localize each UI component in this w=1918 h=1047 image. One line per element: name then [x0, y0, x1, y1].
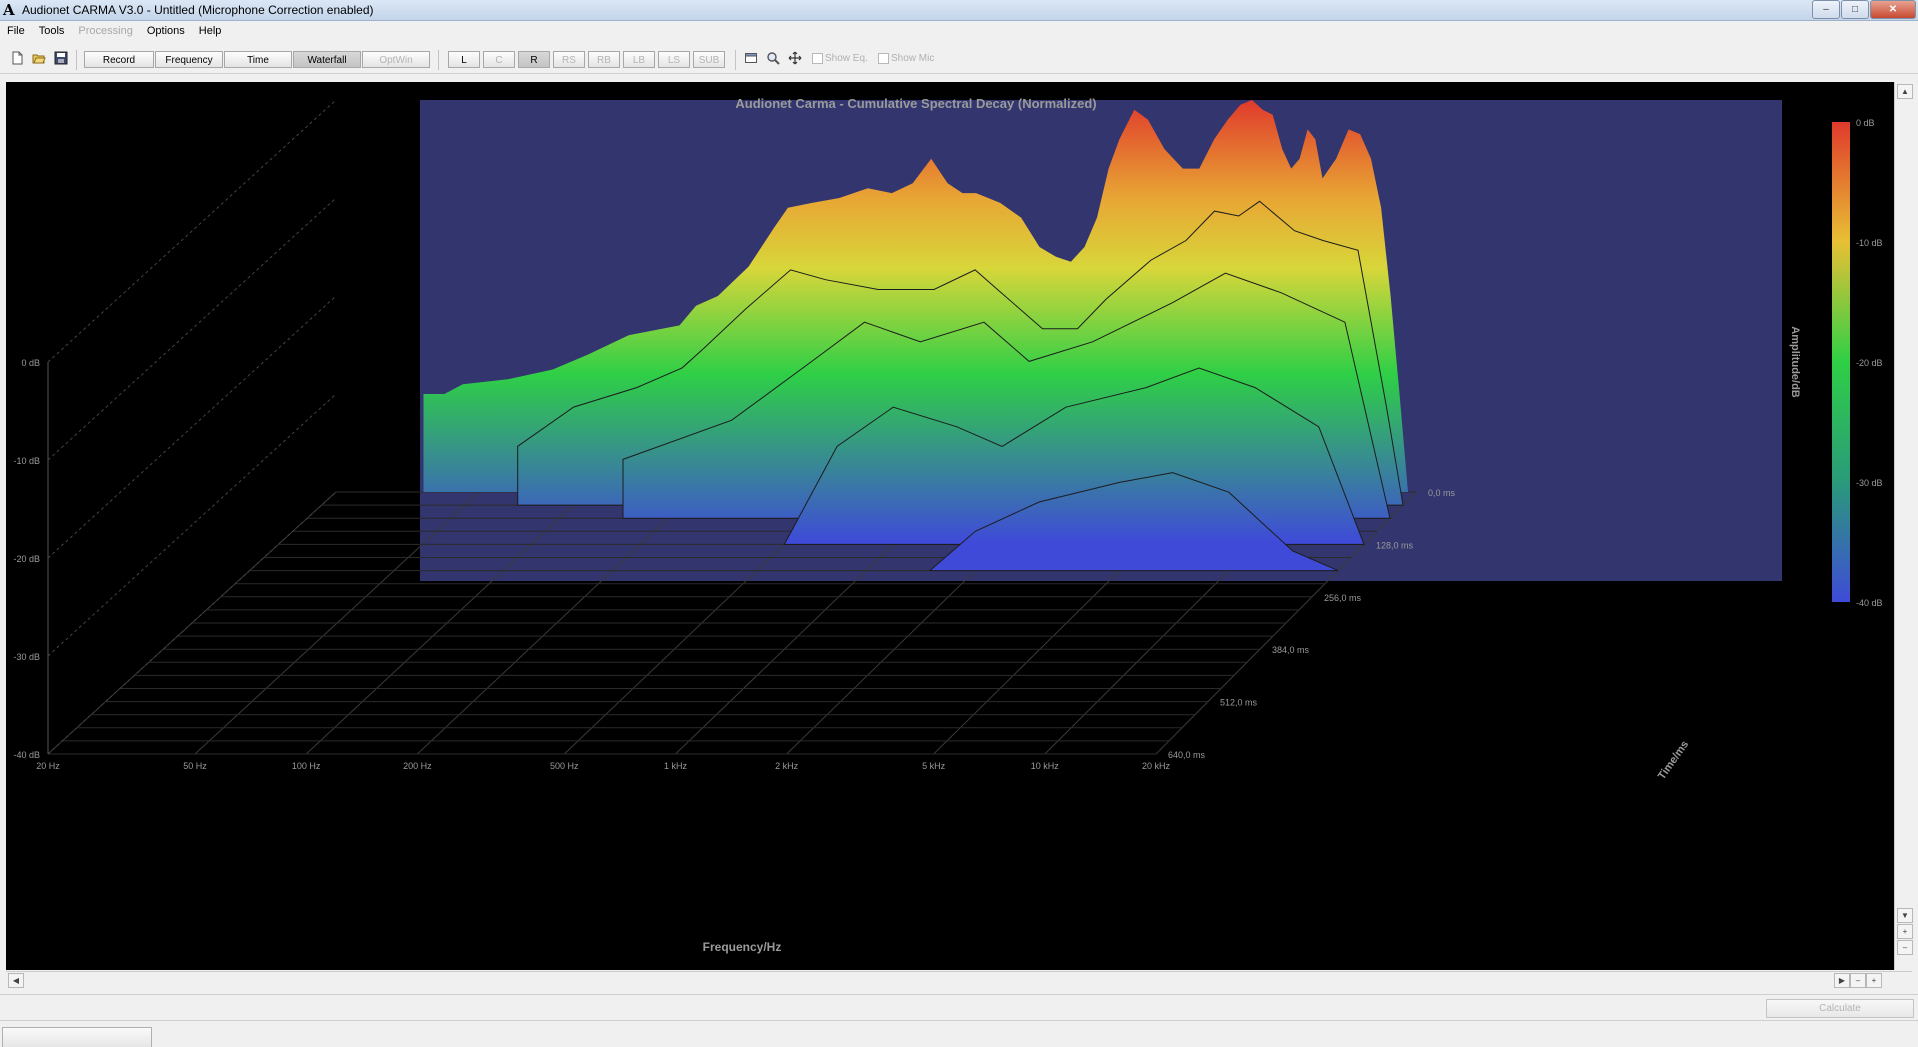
time-axis-label: Time/ms [1656, 739, 1691, 782]
time-tick-label: 640,0 ms [1168, 750, 1206, 760]
show-mic-checkbox[interactable]: Show Mic [878, 53, 934, 64]
main-toolbar: Record Frequency Time Waterfall OptWin L… [0, 45, 1918, 74]
window-title: Audionet CARMA V3.0 - Untitled (Micropho… [22, 3, 374, 17]
window-titlebar: A Audionet CARMA V3.0 - Untitled (Microp… [0, 0, 1918, 21]
record-button[interactable]: Record [84, 51, 154, 68]
menu-help[interactable]: Help [192, 21, 229, 41]
save-disk-icon[interactable] [52, 51, 70, 68]
x-tick-label: 50 Hz [183, 761, 207, 771]
show-eq-checkbox[interactable]: Show Eq. [812, 53, 868, 64]
channel-c-button[interactable]: C [483, 51, 515, 68]
window-icon[interactable] [742, 51, 760, 68]
colorbar-tick-label: -30 dB [1856, 478, 1883, 488]
zoom-icon[interactable] [764, 51, 782, 68]
x-tick-label: 10 kHz [1031, 761, 1060, 771]
colorbar-tick-label: 0 dB [1856, 118, 1875, 128]
waterfall-button[interactable]: Waterfall [293, 51, 361, 68]
chart-title: Audionet Carma - Cumulative Spectral Dec… [735, 96, 1096, 111]
time-tick-label: 128,0 ms [1376, 540, 1414, 550]
x-tick-label: 20 Hz [36, 761, 60, 771]
wall-gridline [47, 393, 337, 657]
colorbar-ticks: 0 dB -10 dB -20 dB -30 dB -40 dB [1856, 118, 1883, 608]
menu-file[interactable]: File [0, 21, 32, 41]
channel-l-button[interactable]: L [448, 51, 480, 68]
zoom-out-vertical-button[interactable]: – [1897, 940, 1913, 955]
x-tick-label: 1 kHz [664, 761, 688, 771]
document-tab[interactable] [2, 1027, 152, 1047]
menu-processing[interactable]: Processing [71, 21, 139, 41]
scroll-up-button[interactable]: ▲ [1897, 84, 1913, 99]
amplitude-wall-axis [47, 99, 337, 755]
vertical-scrollbar[interactable]: ▲ ▼ + – [1894, 82, 1913, 970]
channel-rs-button[interactable]: RS [553, 51, 585, 68]
channel-r-button[interactable]: R [518, 51, 550, 68]
wall-gridline [47, 197, 337, 461]
menu-bar: File Tools Processing Options Help [0, 21, 1918, 41]
x-axis-label: Frequency/Hz [703, 940, 782, 954]
toolbar-separator [735, 50, 736, 70]
x-tick-label: 500 Hz [550, 761, 579, 771]
time-tick-label: 0,0 ms [1428, 488, 1456, 498]
scroll-right-button[interactable]: ▶ [1834, 973, 1850, 988]
waterfall-plot[interactable]: 0 dB -10 dB -20 dB -30 dB -40 dB 20 Hz 50 Hz 10… [6, 82, 1894, 970]
show-mic-label: Show Mic [891, 53, 935, 64]
pan-move-icon[interactable] [786, 51, 804, 68]
new-file-icon[interactable] [8, 51, 26, 68]
wall-gridline [47, 295, 337, 559]
x-tick-label: 100 Hz [292, 761, 321, 771]
x-tick-label: 200 Hz [403, 761, 432, 771]
zoom-in-horizontal-button[interactable]: + [1866, 973, 1882, 988]
close-button[interactable]: ✕ [1870, 0, 1916, 19]
channel-ls-button[interactable]: LS [658, 51, 690, 68]
colorbar-tick-label: -40 dB [1856, 598, 1883, 608]
maximize-button[interactable]: □ [1841, 0, 1869, 19]
toolbar-separator [438, 50, 439, 70]
scroll-left-button[interactable]: ◀ [8, 973, 24, 988]
horizontal-scrollbar[interactable]: ◀ ▶ – + [6, 971, 1912, 988]
colorbar [1832, 122, 1850, 602]
channel-lb-button[interactable]: LB [623, 51, 655, 68]
colorbar-tick-label: -20 dB [1856, 358, 1883, 368]
minimize-button[interactable]: – [1812, 0, 1840, 19]
app-logo-icon: A [3, 1, 15, 19]
x-tick-label: 5 kHz [922, 761, 946, 771]
window-controls: – □ ✕ [1811, 0, 1916, 19]
toolbar-separator [76, 50, 77, 70]
zoom-out-horizontal-button[interactable]: – [1850, 973, 1866, 988]
y-tick-label: 0 dB [21, 358, 40, 368]
waterfall-chart: 0 dB-10 dB-20 dB-30 dB-40 dB20 Hz 50 Hz 10… [13, 96, 1883, 954]
colorbar-tick-label: -10 dB [1856, 238, 1883, 248]
y-tick-label: -40 dB [13, 750, 40, 760]
channel-sub-button[interactable]: SUB [693, 51, 725, 68]
y-tick-label: -20 dB [13, 554, 40, 564]
time-tick-label: 384,0 ms [1272, 645, 1310, 655]
scroll-down-button[interactable]: ▼ [1897, 908, 1913, 923]
channel-rb-button[interactable]: RB [588, 51, 620, 68]
menu-tools[interactable]: Tools [32, 21, 72, 41]
show-eq-label: Show Eq. [825, 53, 868, 64]
x-tick-label: 2 kHz [775, 761, 799, 771]
time-button[interactable]: Time [224, 51, 292, 68]
optwin-button[interactable]: OptWin [362, 51, 430, 68]
calculate-button[interactable]: Calculate [1766, 999, 1914, 1018]
menu-options[interactable]: Options [140, 21, 192, 41]
time-tick-label: 512,0 ms [1220, 698, 1258, 708]
frequency-button[interactable]: Frequency [155, 51, 223, 68]
zoom-in-vertical-button[interactable]: + [1897, 924, 1913, 939]
document-tab-bar [0, 1020, 1918, 1047]
status-bar: Calculate [0, 994, 1918, 1019]
y-tick-label: -10 dB [13, 456, 40, 466]
x-tick-label: 20 kHz [1142, 761, 1171, 771]
open-folder-icon[interactable] [30, 51, 48, 68]
wall-gridline [47, 99, 337, 363]
y-tick-label: -30 dB [13, 652, 40, 662]
time-tick-label: 256,0 ms [1324, 593, 1362, 603]
y-axis-label: Amplitude/dB [1789, 326, 1801, 398]
